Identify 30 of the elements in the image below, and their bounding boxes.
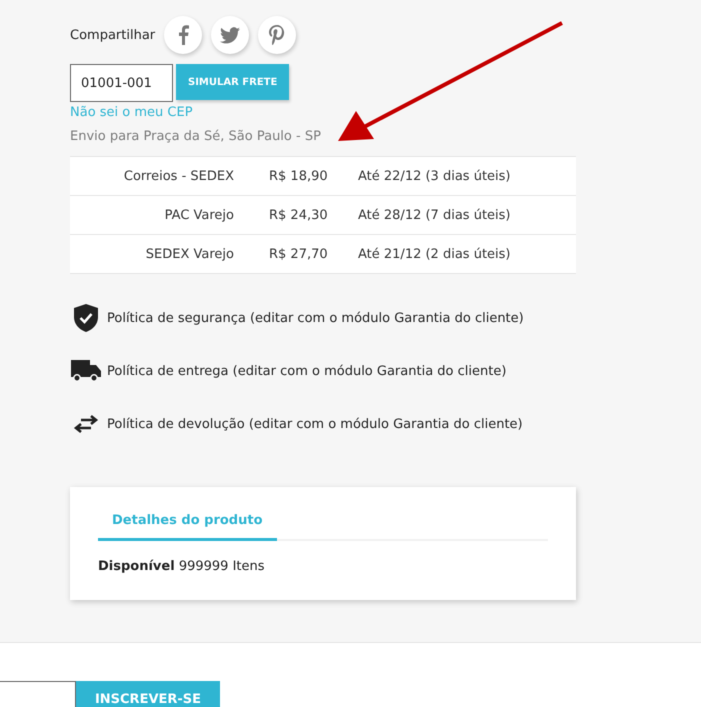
email-field[interactable] (0, 681, 76, 707)
delivery-cell-text: Até 28/12 (7 dias úteis) (358, 208, 512, 222)
bird-icon (220, 26, 240, 44)
product-tab[interactable]: Detalhes do produto (98, 503, 277, 541)
availability-text: Disponível 999999 Itens (98, 559, 266, 574)
service-cell: SEDEX Varejo (146, 246, 234, 262)
price-cell: R$ 24,30 (269, 208, 328, 222)
shield-check-icon (74, 304, 98, 332)
share-label: Compartilhar (70, 28, 156, 42)
price-cell: R$ 18,90 (269, 168, 328, 184)
facebook-share-button[interactable] (164, 16, 202, 54)
pinterest-share-button[interactable] (258, 16, 296, 54)
delivery-cell-text: Até 21/12 (2 dias úteis) (358, 246, 512, 262)
facebook-icon (176, 25, 190, 45)
service-cell: PAC Varejo (164, 208, 234, 222)
simulate-shipping-button[interactable]: SIMULAR FRETE (176, 64, 290, 100)
subscribe-button[interactable]: INSCREVER-SE (76, 681, 220, 707)
pin-icon (269, 25, 286, 45)
delivery-cell-text: Até 22/12 (3 dias úteis) (358, 168, 512, 184)
truck-icon (70, 360, 100, 382)
destination-text: Envio para Praça da Sé, São Paulo - SP (70, 129, 322, 144)
twitter-share-button[interactable] (211, 16, 250, 54)
policy-text: Política de entrega (editar com o módulo Garantia do cliente) (107, 364, 506, 378)
cep-field[interactable]: 01001-001 (70, 64, 173, 102)
policy-text: Política de devolução (editar com o módulo Garantia do cliente) (107, 416, 523, 432)
swap-arrows-icon (72, 414, 98, 434)
policy-text: Política de segurança (editar com o módulo Garantia do cliente) (107, 310, 524, 326)
cep-help-link[interactable]: Não sei o meu CEP (70, 105, 193, 120)
service-cell: Correios - SEDEX (124, 168, 234, 184)
price-cell: R$ 27,70 (269, 246, 328, 262)
